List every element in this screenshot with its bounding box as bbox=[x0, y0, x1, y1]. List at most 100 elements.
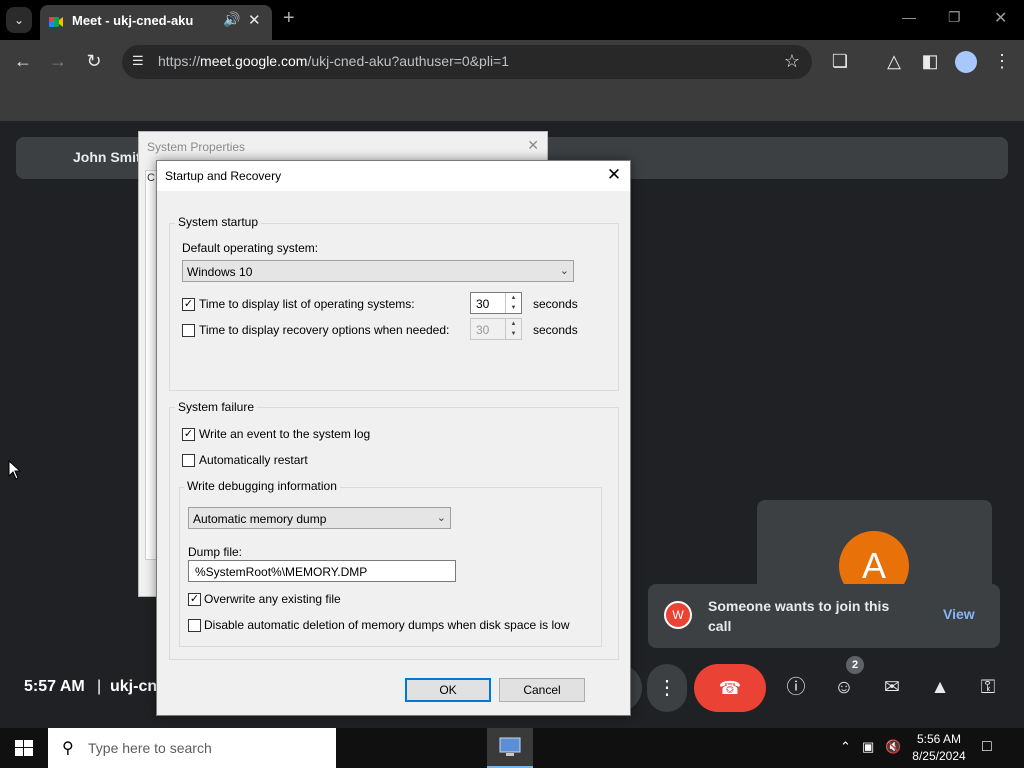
auto-restart-checkbox[interactable] bbox=[182, 454, 195, 467]
taskbar-clock-time[interactable]: 5:56 AM bbox=[912, 732, 966, 746]
more-options-more-vert-icon[interactable]: ⋮ bbox=[647, 664, 687, 712]
host-controls-lock-icon[interactable]: ⚿ bbox=[975, 675, 1001, 701]
debugging-type-value: Automatic memory dump bbox=[193, 512, 327, 526]
people-icon[interactable]: ☺ bbox=[831, 675, 857, 701]
activities-icon[interactable]: ▲ bbox=[927, 675, 953, 701]
notifications-icon[interactable]: □ bbox=[982, 738, 992, 756]
disable-auto-delete-label: Disable automatic deletion of memory dum… bbox=[204, 618, 570, 632]
side-panel-icon[interactable]: ◧ bbox=[919, 51, 941, 71]
tab-search-chevron-down-icon[interactable]: ⌄ bbox=[6, 7, 32, 33]
tray-chevron-up-icon[interactable]: ⌃ bbox=[840, 739, 851, 755]
mouse-pointer-icon bbox=[8, 460, 22, 480]
dialog-close-icon[interactable]: ✕ bbox=[604, 165, 624, 185]
back-arrow-left-icon[interactable]: ← bbox=[12, 51, 34, 71]
screen: ⌄ Meet - ukj-cned-aku 🔊 ✕ + — ❐ ✕ ← → ↻ … bbox=[0, 0, 1024, 768]
restore-icon[interactable]: ❐ bbox=[948, 9, 961, 26]
recovery-options-unit: seconds bbox=[533, 323, 578, 337]
tab-meet[interactable]: Meet - ukj-cned-aku 🔊 ✕ bbox=[40, 5, 272, 40]
default-os-select[interactable]: Windows 10 ⌄ bbox=[182, 260, 574, 282]
profile-icon[interactable] bbox=[955, 51, 977, 73]
labs-flask-icon[interactable]: △ bbox=[883, 51, 905, 71]
system-properties-close-icon[interactable]: ✕ bbox=[527, 137, 539, 154]
browser-infobar bbox=[0, 85, 1024, 121]
system-startup-label: System startup bbox=[175, 215, 262, 229]
dialog-titlebar: Startup and Recovery ✕ bbox=[157, 161, 630, 191]
cancel-button[interactable]: Cancel bbox=[499, 678, 585, 702]
display-list-value: 30 bbox=[476, 297, 490, 311]
join-request-message: Someone wants to join this call bbox=[708, 598, 890, 634]
tab-title: Meet - ukj-cned-aku bbox=[72, 13, 194, 28]
system-properties-title: System Properties bbox=[147, 140, 246, 154]
address-bar[interactable]: ☰ https://meet.google.com/ukj-cned-aku?a… bbox=[122, 45, 812, 79]
dump-file-value: %SystemRoot%\MEMORY.DMP bbox=[195, 565, 368, 579]
new-tab-plus-icon[interactable]: + bbox=[283, 8, 295, 28]
write-event-label: Write an event to the system log bbox=[199, 427, 371, 441]
startup-and-recovery-dialog: Startup and Recovery ✕ System startup De… bbox=[156, 160, 631, 716]
tab-strip: ⌄ Meet - ukj-cned-aku 🔊 ✕ + — ❐ ✕ bbox=[0, 0, 1024, 40]
people-count-badge: 2 bbox=[846, 656, 864, 674]
meeting-info-icon[interactable]: ⓘ bbox=[783, 675, 809, 701]
taskbar-search-box[interactable]: ⚲ Type here to search bbox=[48, 728, 336, 768]
participant-name: John Smit bbox=[73, 149, 141, 165]
dump-file-label: Dump file: bbox=[188, 545, 243, 559]
overwrite-label: Overwrite any existing file bbox=[204, 592, 341, 606]
forward-arrow-right-icon[interactable]: → bbox=[47, 51, 69, 71]
chat-icon[interactable]: ✉ bbox=[879, 675, 905, 701]
site-info-tune-icon[interactable]: ☰ bbox=[132, 53, 150, 71]
meeting-code: ukj-cn bbox=[110, 678, 158, 695]
leave-call-call-end-icon[interactable]: ☎ bbox=[694, 664, 766, 712]
volume-muted-icon[interactable]: 🔇 bbox=[885, 739, 901, 755]
window-close-icon[interactable]: ✕ bbox=[994, 8, 1007, 28]
recovery-options-label: Time to display recovery options when ne… bbox=[199, 323, 450, 337]
requester-avatar: W bbox=[664, 601, 692, 629]
meeting-clock: 5:57 AM bbox=[24, 678, 85, 695]
windows-start-icon[interactable] bbox=[0, 728, 48, 768]
default-os-label: Default operating system: bbox=[182, 241, 319, 255]
auto-restart-label: Automatically restart bbox=[199, 453, 308, 467]
browser-toolbar: ← → ↻ ☰ https://meet.google.com/ukj-cned… bbox=[0, 40, 1024, 85]
search-placeholder: Type here to search bbox=[88, 740, 212, 756]
taskbar: ⚲ Type here to search ⌃ ▣ 🔇 5:56 AM 8/25… bbox=[0, 728, 1024, 768]
write-event-checkbox[interactable]: ✓ bbox=[182, 428, 195, 441]
chevron-down-icon: ⌄ bbox=[436, 512, 446, 524]
minimize-icon[interactable]: — bbox=[902, 9, 916, 25]
tab-close-icon[interactable]: ✕ bbox=[248, 11, 261, 29]
recovery-options-checkbox[interactable] bbox=[182, 324, 195, 337]
display-list-checkbox[interactable]: ✓ bbox=[182, 298, 195, 311]
url-host: meet.google.com bbox=[200, 53, 308, 69]
display-list-spinner[interactable]: 30 ▲ ▼ bbox=[470, 292, 522, 314]
url-scheme: https:// bbox=[158, 53, 201, 69]
debugging-type-select[interactable]: Automatic memory dump ⌄ bbox=[188, 507, 451, 529]
dump-file-field[interactable]: %SystemRoot%\MEMORY.DMP bbox=[188, 560, 456, 582]
recovery-options-value: 30 bbox=[476, 323, 490, 337]
debugging-info-label: Write debugging information bbox=[184, 479, 340, 493]
kebab-menu-icon[interactable]: ⋮ bbox=[991, 51, 1013, 71]
system-properties-app-icon[interactable] bbox=[487, 728, 533, 768]
disable-auto-delete-checkbox[interactable] bbox=[188, 619, 201, 632]
recovery-options-spinner[interactable]: 30 ▲ ▼ bbox=[470, 318, 522, 340]
display-list-label: Time to display list of operating system… bbox=[199, 297, 415, 311]
display-list-unit: seconds bbox=[533, 297, 578, 311]
overwrite-checkbox[interactable]: ✓ bbox=[188, 593, 201, 606]
url-path: /ukj-cned-aku?authuser=0&pli=1 bbox=[307, 53, 510, 69]
spinner-arrows-icon[interactable]: ▲ ▼ bbox=[505, 293, 521, 313]
dialog-title: Startup and Recovery bbox=[165, 169, 282, 183]
url-text[interactable]: https://meet.google.com/ukj-cned-aku?aut… bbox=[158, 53, 509, 69]
search-icon: ⚲ bbox=[62, 740, 74, 757]
meeting-info-separator: | bbox=[97, 678, 102, 695]
computer-monitor-icon bbox=[499, 737, 521, 756]
join-request-toast: W Someone wants to join this call View bbox=[648, 584, 1000, 648]
extensions-puzzle-icon[interactable]: ❏ bbox=[829, 51, 851, 71]
network-icon[interactable]: ▣ bbox=[862, 739, 874, 755]
default-os-value: Windows 10 bbox=[187, 265, 253, 279]
bookmark-star-icon[interactable]: ☆ bbox=[784, 51, 800, 72]
reload-icon[interactable]: ↻ bbox=[83, 51, 105, 71]
speaker-icon[interactable]: 🔊 bbox=[223, 11, 240, 28]
chevron-down-icon: ⌄ bbox=[559, 265, 569, 277]
spinner-arrows-icon[interactable]: ▲ ▼ bbox=[505, 319, 521, 339]
taskbar-clock-date[interactable]: 8/25/2024 bbox=[908, 749, 970, 763]
system-failure-label: System failure bbox=[175, 400, 258, 414]
google-meet-favicon-icon bbox=[49, 17, 63, 27]
ok-button[interactable]: OK bbox=[405, 678, 491, 702]
view-request-button[interactable]: View bbox=[943, 606, 975, 622]
